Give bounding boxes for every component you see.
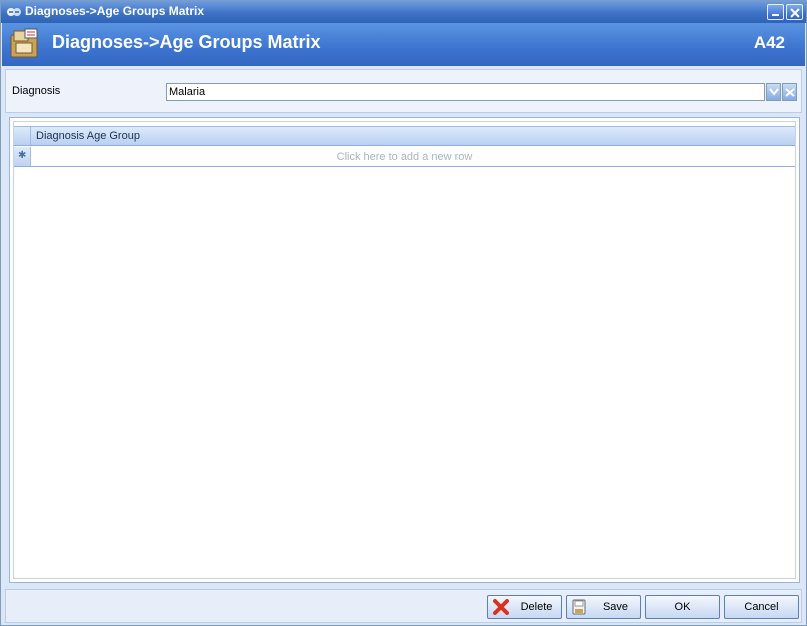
new-row-prompt[interactable]: Click here to add a new row (14, 151, 795, 163)
cancel-button[interactable]: Cancel (724, 595, 799, 619)
delete-button[interactable]: Delete (487, 595, 562, 619)
minimize-button[interactable] (767, 4, 784, 20)
window-title: Diagnoses->Age Groups Matrix (25, 4, 205, 18)
dialog-window: Diagnoses->Age Groups Matrix Diagnoses->… (0, 0, 807, 626)
diagnosis-clear-button[interactable] (782, 83, 797, 101)
diagnosis-label: Diagnosis (12, 85, 61, 97)
ok-button-label: OK (674, 601, 691, 613)
title-bar[interactable]: Diagnoses->Age Groups Matrix (1, 1, 806, 23)
new-row[interactable]: ✱ Click here to add a new row (14, 147, 795, 167)
diagnosis-dropdown-button[interactable] (766, 83, 781, 101)
close-button[interactable] (786, 4, 803, 20)
column-header-diagnosis-age-group[interactable]: Diagnosis Age Group (36, 130, 140, 142)
page-title: Diagnoses->Age Groups Matrix (52, 32, 321, 52)
age-group-grid-panel: Diagnosis Age Group ✱ Click here to add … (9, 117, 800, 583)
diagnosis-combobox[interactable]: Malaria (166, 83, 765, 101)
app-icon (7, 8, 21, 16)
minimize-icon (772, 14, 779, 16)
cancel-button-label: Cancel (744, 601, 779, 613)
clear-icon (785, 88, 795, 97)
delete-button-label: Delete (520, 601, 553, 613)
row-selector-header[interactable] (14, 127, 31, 145)
button-bar: Delete Save OK Cancel (5, 589, 802, 623)
form-code: A42 (753, 33, 785, 52)
save-button-label: Save (602, 601, 629, 613)
matrix-folder-icon (10, 28, 38, 58)
header-band: Diagnoses->Age Groups Matrix A42 (2, 23, 805, 66)
diagnosis-value[interactable]: Malaria (169, 86, 205, 98)
chevron-down-icon (769, 88, 779, 96)
ok-button[interactable]: OK (645, 595, 720, 619)
save-button[interactable]: Save (566, 595, 641, 619)
diagnosis-filter-panel: Diagnosis Malaria (5, 69, 802, 113)
close-icon (790, 8, 800, 18)
age-group-grid[interactable]: Diagnosis Age Group ✱ Click here to add … (13, 121, 796, 579)
grid-header-row: Diagnosis Age Group (14, 126, 795, 146)
